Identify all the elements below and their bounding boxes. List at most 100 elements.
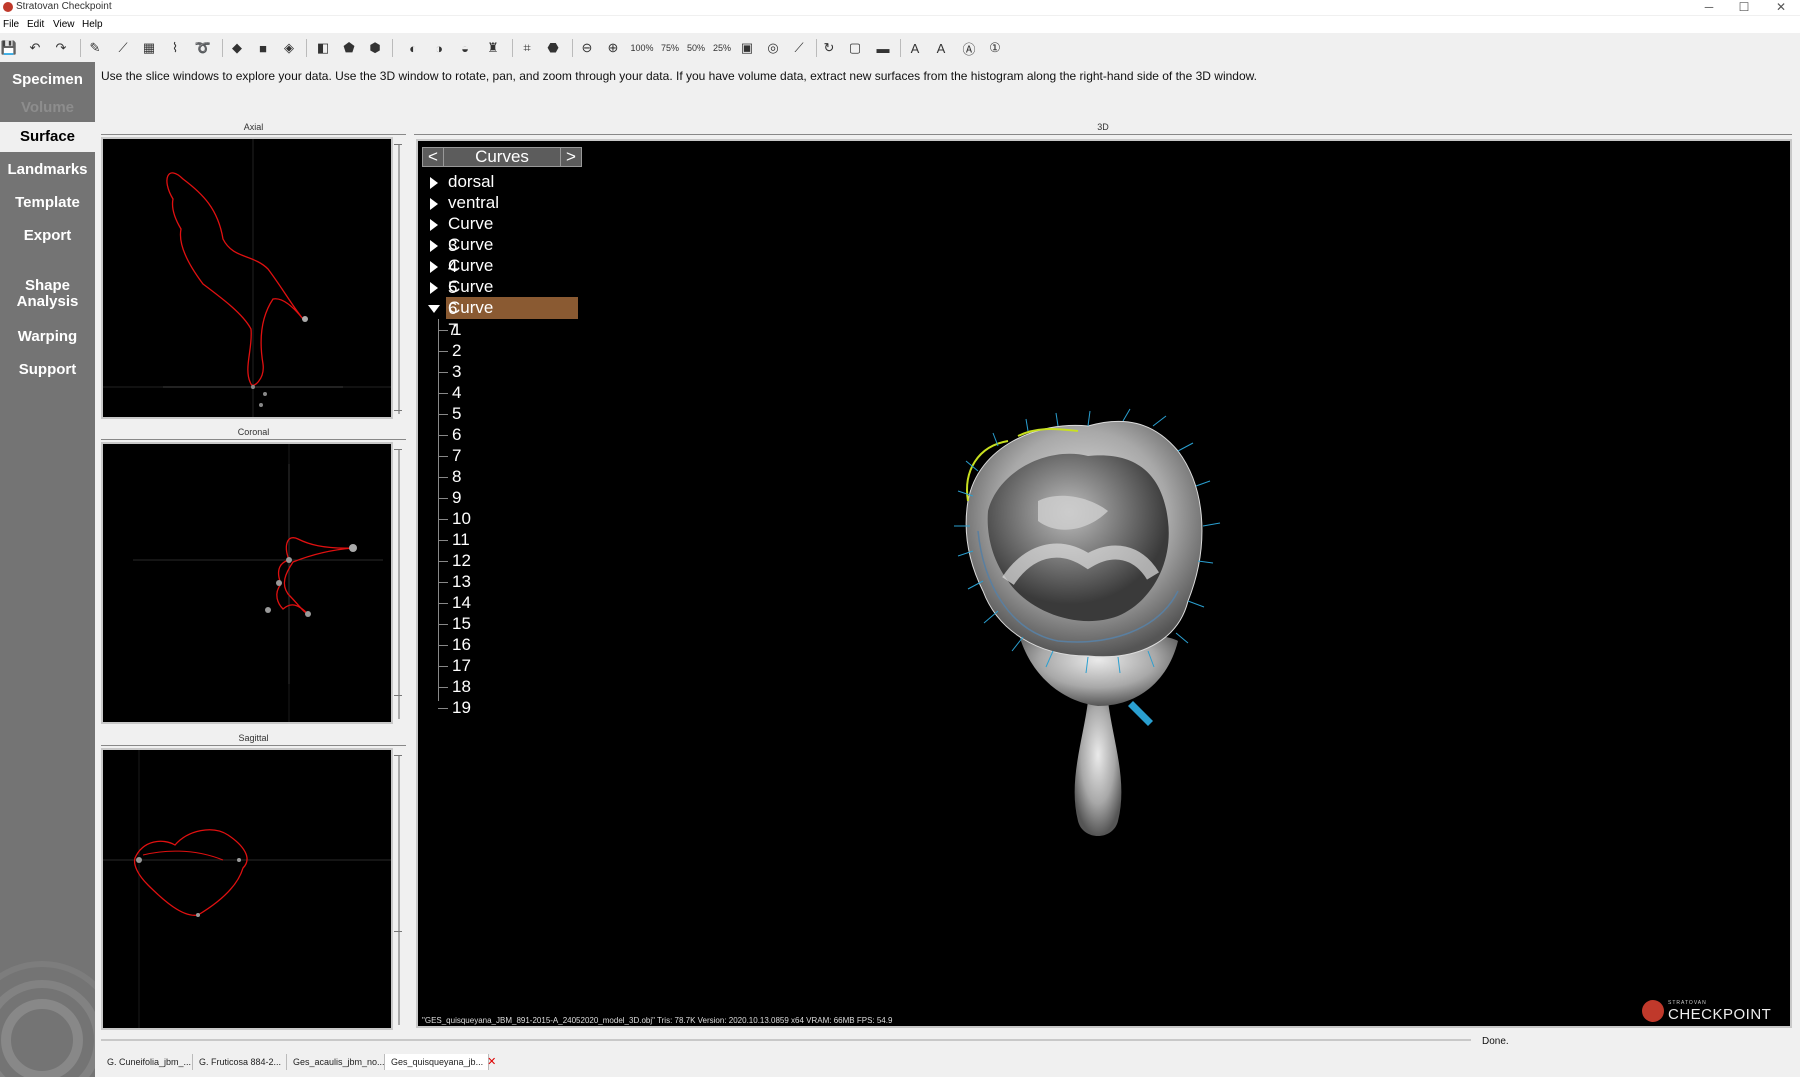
zoom-75-button[interactable]: 75%: [658, 39, 682, 57]
curve-point-item[interactable]: 1: [452, 319, 461, 341]
axial-slider[interactable]: [394, 140, 404, 418]
tree-branch: [438, 561, 448, 562]
curve-point-item[interactable]: 15: [452, 613, 471, 635]
zoom-50-button[interactable]: 50%: [684, 39, 708, 57]
sidebar-item-support[interactable]: Support: [0, 362, 95, 378]
redo-icon[interactable]: ↷: [52, 39, 70, 57]
sagittal-header: Sagittal: [101, 733, 406, 746]
curve-point-item[interactable]: 11: [452, 529, 470, 551]
background-icon[interactable]: ▬: [874, 39, 892, 57]
curve-point-item[interactable]: 14: [452, 592, 471, 614]
patch-tool-icon[interactable]: ▦: [140, 39, 158, 57]
font-small-icon[interactable]: A: [932, 39, 950, 57]
save-icon[interactable]: 💾: [0, 39, 18, 57]
file-tab[interactable]: Ges_acaulis_jbm_no...: [287, 1054, 385, 1070]
expand-icon[interactable]: [430, 261, 438, 273]
sidebar-item-shape-analysis[interactable]: Shape Analysis: [0, 278, 95, 310]
close-icon[interactable]: ✕: [1766, 0, 1796, 14]
sidebar-item-export[interactable]: Export: [0, 228, 95, 244]
curves-next-button[interactable]: >: [560, 147, 582, 167]
menu-file[interactable]: File: [3, 19, 19, 30]
curve-point-item[interactable]: 4: [452, 382, 461, 404]
expand-icon[interactable]: [430, 282, 438, 294]
menu-edit[interactable]: Edit: [27, 19, 44, 30]
curve-point-item[interactable]: 12: [452, 550, 471, 572]
shape-4-icon[interactable]: ◧: [314, 39, 332, 57]
sidebar-item-landmarks[interactable]: Landmarks: [0, 162, 95, 178]
curve-point-item[interactable]: 8: [452, 466, 461, 488]
zoom-100-button[interactable]: 100%: [630, 39, 654, 57]
view-1-icon[interactable]: ◐: [404, 39, 422, 57]
sagittal-slider[interactable]: [394, 751, 404, 1029]
view-3-icon[interactable]: ◒: [456, 39, 474, 57]
axial-view[interactable]: [101, 137, 393, 419]
expand-icon[interactable]: [430, 198, 438, 210]
undo-icon[interactable]: ↶: [26, 39, 44, 57]
shape-6-icon[interactable]: ⬢: [366, 39, 384, 57]
view3d[interactable]: < Curves > dorsal ventral Curve 3 Curve …: [416, 139, 1792, 1028]
coronal-slider[interactable]: [394, 445, 404, 723]
sidebar-item-template[interactable]: Template: [0, 195, 95, 211]
specimen-3d-model[interactable]: [938, 401, 1268, 841]
sidebar-item-specimen[interactable]: Specimen: [0, 72, 95, 88]
remove-point-icon[interactable]: ⊖: [578, 39, 596, 57]
file-tab[interactable]: G. Cuneifolia_jbm_...: [101, 1054, 193, 1070]
spline-tool-icon[interactable]: ⌇: [166, 39, 184, 57]
curve-point-item[interactable]: 16: [452, 634, 471, 656]
expand-icon[interactable]: [430, 240, 438, 252]
lasso-tool-icon[interactable]: ➰: [194, 39, 212, 57]
checkpoint-logo: STRATOVAN CHECKPOINT: [1642, 998, 1772, 1024]
target-icon[interactable]: ◎: [764, 39, 782, 57]
file-tab[interactable]: G. Fruticosa 884-2...: [193, 1054, 287, 1070]
curve-point-item[interactable]: 7: [452, 445, 461, 467]
curve-point-item[interactable]: 9: [452, 487, 461, 509]
shape-1-icon[interactable]: ◆: [228, 39, 246, 57]
minimize-icon[interactable]: ─: [1694, 0, 1724, 14]
view-2-icon[interactable]: ◑: [430, 39, 448, 57]
curve-point-item[interactable]: 17: [452, 655, 471, 677]
tree-branch: [438, 330, 448, 331]
shape-3-icon[interactable]: ◈: [280, 39, 298, 57]
curve-point-item[interactable]: 6: [452, 424, 461, 446]
expand-icon[interactable]: [430, 219, 438, 231]
sagittal-view[interactable]: [101, 748, 393, 1030]
shape-2-icon[interactable]: ■: [254, 39, 272, 57]
zoom-25-button[interactable]: 25%: [710, 39, 734, 57]
rotate-icon[interactable]: ↻: [820, 39, 838, 57]
curve-point-item[interactable]: 5: [452, 403, 461, 425]
font-icon[interactable]: A: [906, 39, 924, 57]
sagittal-curve: [103, 750, 391, 1028]
grid-icon[interactable]: ⌗: [518, 39, 536, 57]
collapse-icon[interactable]: [428, 305, 440, 313]
curve-point-item[interactable]: 18: [452, 676, 471, 698]
shape-5-icon[interactable]: ⬟: [340, 39, 358, 57]
cube-icon[interactable]: ⬣: [544, 39, 562, 57]
menu-help[interactable]: Help: [82, 19, 103, 30]
sidebar-item-surface[interactable]: Surface: [0, 122, 95, 152]
add-point-icon[interactable]: ⊕: [604, 39, 622, 57]
curve-point-item[interactable]: 10: [452, 508, 471, 530]
curve-tool-icon[interactable]: ⟋: [114, 39, 132, 57]
curve-point-item[interactable]: 3: [452, 361, 461, 383]
curve-point-item[interactable]: 19: [452, 697, 471, 719]
pick-icon[interactable]: ⟋: [790, 39, 808, 57]
curve-point-item[interactable]: 2: [452, 340, 461, 362]
sidebar-item-warping[interactable]: Warping: [0, 329, 95, 345]
menu-view[interactable]: View: [53, 19, 75, 30]
opacity-icon[interactable]: ▢: [846, 39, 864, 57]
expand-icon[interactable]: [430, 177, 438, 189]
curve-point-item[interactable]: 13: [452, 571, 471, 593]
point-tool-icon[interactable]: ✎: [86, 39, 104, 57]
coronal-view[interactable]: [101, 442, 393, 724]
close-tab-icon[interactable]: ✕: [487, 1056, 496, 1068]
app-icon: [3, 2, 13, 12]
label-a-icon[interactable]: Ⓐ: [960, 39, 978, 57]
maximize-icon[interactable]: ☐: [1729, 0, 1759, 14]
file-tab-active[interactable]: Ges_quisqueyana_jb... ✕: [385, 1054, 496, 1070]
sidebar-item-volume[interactable]: Volume: [0, 100, 95, 116]
label-1-icon[interactable]: ①: [986, 39, 1004, 57]
specimen-icon[interactable]: ♜: [484, 39, 502, 57]
render-mode-icon[interactable]: ▣: [738, 39, 756, 57]
toolbar: 💾 ↶ ↷ ✎ ⟋ ▦ ⌇ ➰ ◆ ■ ◈ ◧ ⬟ ⬢ ◐ ◑ ◒ ♜ ⌗ ⬣ …: [0, 34, 1800, 62]
curves-prev-button[interactable]: <: [422, 147, 444, 167]
